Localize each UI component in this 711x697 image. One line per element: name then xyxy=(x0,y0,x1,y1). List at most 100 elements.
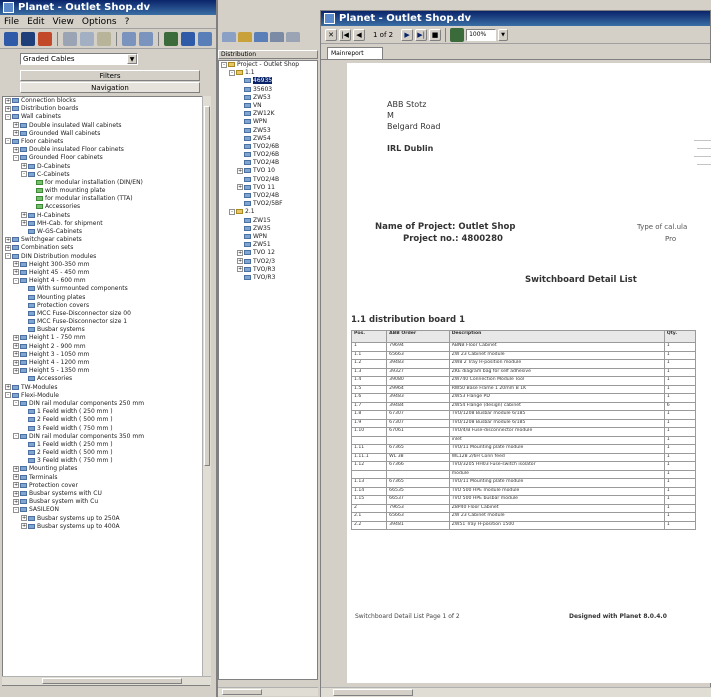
tree-node[interactable]: ZW54 xyxy=(219,135,317,143)
tree-node[interactable]: + Height 3 - 1050 mm xyxy=(3,351,209,359)
expand-icon[interactable]: + xyxy=(13,261,19,268)
menu-help[interactable]: ? xyxy=(125,17,130,27)
tree-node[interactable]: + Terminals xyxy=(3,474,209,482)
tree-node[interactable]: + Busbar systems with CU xyxy=(3,490,209,498)
tree-node[interactable]: - Grounded Floor cabinets xyxy=(3,154,209,162)
tree-node[interactable]: 1 Feeld width ( 250 mm ) xyxy=(3,408,209,416)
tree-node[interactable]: - DIN Distribution modules xyxy=(3,253,209,261)
tab-navigation[interactable]: Navigation xyxy=(20,82,200,93)
tree-node[interactable]: WPN xyxy=(219,233,317,241)
new-icon[interactable] xyxy=(4,31,18,46)
tree-node[interactable]: + Protection cover xyxy=(3,482,209,490)
expand-icon[interactable]: + xyxy=(13,351,19,358)
tree-node[interactable]: MCC Fuse-Disconnector size 00 xyxy=(3,310,209,318)
redo-icon[interactable] xyxy=(139,31,153,46)
catalog-horizontal-scrollbar[interactable] xyxy=(2,676,211,685)
tree-node[interactable]: 3 Feeld width ( 750 mm ) xyxy=(3,457,209,465)
expand-icon[interactable]: + xyxy=(13,359,19,366)
tree-node[interactable]: 2 Feeld width ( 500 mm ) xyxy=(3,449,209,457)
collapse-icon[interactable]: - xyxy=(5,113,11,120)
expand-icon[interactable]: + xyxy=(13,482,19,489)
tree-node[interactable]: + Grounded Wall cabinets xyxy=(3,130,209,138)
tree-node[interactable]: MCC Fuse-Disconnector size 1 xyxy=(3,318,209,326)
menu-file[interactable]: File xyxy=(4,17,19,27)
tree-node[interactable]: ZW15 xyxy=(219,217,317,225)
tree-node[interactable]: for modular installation (TTA) xyxy=(3,195,209,203)
collapse-icon[interactable]: - xyxy=(13,506,19,513)
expand-icon[interactable]: + xyxy=(237,258,243,264)
cut-icon[interactable] xyxy=(63,31,77,46)
collapse-icon[interactable]: - xyxy=(13,433,19,440)
panel-header[interactable]: Filters xyxy=(20,70,200,81)
collapse-icon[interactable]: - xyxy=(5,392,11,399)
expand-icon[interactable]: + xyxy=(237,249,243,256)
tree-node[interactable]: TVO2/4B xyxy=(219,192,317,200)
arrow-up-icon[interactable] xyxy=(164,31,178,46)
tree-node[interactable]: 35603 xyxy=(219,86,317,94)
expand-icon[interactable]: + xyxy=(13,269,19,276)
tree-node[interactable]: Accessories xyxy=(3,203,209,211)
tree-node[interactable]: - Wall cabinets xyxy=(3,113,209,121)
stop-icon[interactable]: ■ xyxy=(429,28,442,41)
tree-node[interactable]: + D-Cabinets xyxy=(3,163,209,171)
menu-edit[interactable]: Edit xyxy=(27,17,44,27)
first-page-icon[interactable]: |◀ xyxy=(339,28,351,41)
zoom-icon[interactable] xyxy=(198,31,212,46)
collapse-icon[interactable]: - xyxy=(229,208,235,215)
scroll-thumb[interactable] xyxy=(42,678,182,684)
expand-icon[interactable]: + xyxy=(5,384,11,391)
expand-icon[interactable]: + xyxy=(13,343,19,350)
tree-node[interactable]: + H-Cabinets xyxy=(3,212,209,220)
expand-icon[interactable]: + xyxy=(13,490,19,497)
tree-node[interactable]: + TVO/R3 xyxy=(219,266,317,274)
collapse-icon[interactable]: - xyxy=(13,277,19,284)
tree-node[interactable]: - Height 4 - 600 mm xyxy=(3,277,209,285)
expand-icon[interactable]: + xyxy=(13,465,19,472)
tree-node[interactable]: for modular installation (DIN/EN) xyxy=(3,179,209,187)
expand-icon[interactable]: + xyxy=(5,97,11,104)
tree-node[interactable]: + TVO 11 xyxy=(219,184,317,192)
scroll-thumb[interactable] xyxy=(333,689,413,696)
tree-node[interactable]: + Double insulated Floor cabinets xyxy=(3,146,209,154)
tree-node[interactable]: + TVO 12 xyxy=(219,249,317,257)
collapse-icon[interactable]: - xyxy=(5,138,11,145)
expand-icon[interactable]: + xyxy=(13,334,19,341)
tree-node[interactable]: + Connection blocks xyxy=(3,97,209,105)
menu-options[interactable]: Options xyxy=(82,17,117,27)
print-icon[interactable] xyxy=(38,31,52,46)
tree-node[interactable]: + TVO 10 xyxy=(219,167,317,175)
tree-node[interactable]: W-GS-Cabinets xyxy=(3,228,209,236)
tree-node[interactable]: - Flexi-Module xyxy=(3,392,209,400)
prev-page-icon[interactable]: ◀ xyxy=(353,28,365,41)
expand-icon[interactable]: + xyxy=(13,498,19,505)
next-page-icon[interactable]: ▶ xyxy=(401,28,414,41)
tree-node[interactable]: Busbar systems xyxy=(3,326,209,334)
last-page-icon[interactable]: ▶| xyxy=(415,28,428,41)
tree-node[interactable]: + TVO2/3 xyxy=(219,258,317,266)
tree-node[interactable]: + Height 1 - 750 mm xyxy=(3,334,209,342)
tree-node[interactable]: Protection covers xyxy=(3,302,209,310)
tree-node[interactable]: - Floor cabinets xyxy=(3,138,209,146)
tree-node[interactable]: Mounting plates xyxy=(3,294,209,302)
expand-icon[interactable]: + xyxy=(13,474,19,481)
expand-icon[interactable]: + xyxy=(21,163,27,169)
tree-node[interactable]: ZW12K xyxy=(219,110,317,118)
zoom-dropdown-icon[interactable]: ▼ xyxy=(498,28,509,41)
tree-node[interactable]: 1 Feeld width ( 250 mm ) xyxy=(3,441,209,449)
expand-icon[interactable]: + xyxy=(5,236,11,243)
copy-icon[interactable] xyxy=(80,31,94,46)
tree-node[interactable]: - DIN rail modular components 350 mm xyxy=(3,433,209,441)
tree-node[interactable]: - SASILEON xyxy=(3,506,209,514)
tree-node[interactable]: With surmounted components xyxy=(3,285,209,293)
tree-node[interactable]: + Double insulated Wall cabinets xyxy=(3,122,209,130)
undo-icon[interactable] xyxy=(122,31,136,46)
tree-node[interactable]: WPN xyxy=(219,118,317,126)
close-report-icon[interactable]: ✕ xyxy=(325,28,337,41)
tree-node[interactable]: TVO2/4B xyxy=(219,176,317,184)
export-icon[interactable] xyxy=(450,27,465,42)
tree-node[interactable]: ZW35 xyxy=(219,225,317,233)
expand-icon[interactable]: + xyxy=(21,523,27,530)
collapse-icon[interactable]: - xyxy=(229,69,235,76)
save-icon[interactable] xyxy=(21,31,35,46)
expand-icon[interactable]: + xyxy=(21,212,27,219)
